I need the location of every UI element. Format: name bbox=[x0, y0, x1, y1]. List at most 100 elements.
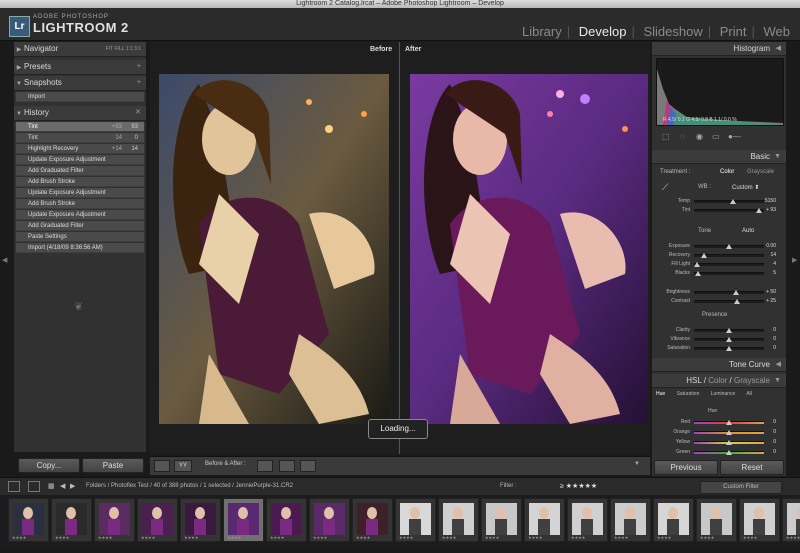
filmstrip-thumbnail[interactable]: ★★★★ bbox=[610, 498, 651, 542]
filmstrip-thumbnail[interactable]: ★★★★ bbox=[266, 498, 307, 542]
slider-thumb[interactable] bbox=[726, 328, 732, 333]
history-item[interactable]: Add Brush Stroke bbox=[16, 199, 144, 209]
filmstrip-source-path[interactable]: Folders / Photoflex Test / 40 of 388 pho… bbox=[86, 483, 293, 489]
toolbar-menu-chevron-icon[interactable]: ▼ bbox=[634, 461, 640, 467]
tone-curve-header[interactable]: Tone Curve ◀ bbox=[652, 358, 786, 372]
color-tab[interactable]: Color bbox=[708, 376, 727, 385]
loupe-view-icon[interactable] bbox=[154, 460, 170, 472]
filmstrip-thumbnail[interactable]: ★★★★ bbox=[51, 498, 92, 542]
rating-filter[interactable]: ≥ ★★★★★ bbox=[560, 482, 597, 490]
graduated-filter-icon[interactable]: ▭ bbox=[712, 132, 720, 141]
navigator-header[interactable]: ▶ Navigator FIT FILL 1:1 3:1 bbox=[14, 42, 146, 57]
history-item[interactable]: Paste Settings bbox=[16, 232, 144, 242]
before-photo[interactable] bbox=[159, 74, 389, 424]
filmstrip-thumbnail[interactable]: ★★★★ bbox=[352, 498, 393, 542]
slider-contrast[interactable]: Contrast + 25 bbox=[652, 297, 786, 305]
snapshot-item[interactable]: Import bbox=[16, 92, 144, 102]
red-eye-icon[interactable]: ◉ bbox=[696, 132, 703, 141]
slider-thumb[interactable] bbox=[700, 253, 707, 258]
forward-arrow-icon[interactable]: ▶ bbox=[70, 482, 75, 490]
filmstrip-thumbnail[interactable]: ★★★★ bbox=[653, 498, 694, 542]
filmstrip-thumbnail[interactable]: ★★★★ bbox=[438, 498, 479, 542]
history-item[interactable]: Update Exposure Adjustment bbox=[16, 155, 144, 165]
module-slideshow[interactable]: Slideshow bbox=[643, 24, 702, 39]
slider-clarity[interactable]: Clarity 0 bbox=[652, 326, 786, 334]
history-item[interactable]: Update Exposure Adjustment bbox=[16, 188, 144, 198]
all-tab[interactable]: All bbox=[746, 391, 752, 397]
history-item[interactable]: Tint +93 93 bbox=[16, 122, 144, 132]
paste-button[interactable]: Paste bbox=[82, 458, 144, 473]
history-header[interactable]: ▼ History ✕ bbox=[14, 106, 146, 121]
filmstrip-thumbnail[interactable]: ★★★★ bbox=[223, 498, 264, 542]
hsl-tab[interactable]: HSL bbox=[686, 376, 701, 385]
filmstrip-thumbnail[interactable]: ★★★★ bbox=[395, 498, 436, 542]
history-item[interactable]: Add Graduated Filter bbox=[16, 221, 144, 231]
adjustment-brush-icon[interactable]: ●— bbox=[728, 132, 741, 141]
module-develop[interactable]: Develop bbox=[579, 24, 627, 39]
hue-slider-green[interactable]: Green 0 bbox=[652, 448, 786, 456]
filmstrip-thumbnail[interactable]: ★★★★ bbox=[481, 498, 522, 542]
slider-thumb[interactable] bbox=[726, 430, 732, 435]
back-arrow-icon[interactable]: ◀ bbox=[60, 482, 65, 490]
history-item[interactable]: Update Exposure Adjustment bbox=[16, 210, 144, 220]
hue-slider-red[interactable]: Red 0 bbox=[652, 418, 786, 426]
copy-button[interactable]: Copy... bbox=[18, 458, 80, 473]
slider-saturation[interactable]: Saturation 0 bbox=[652, 344, 786, 352]
swap-before-after-icon[interactable] bbox=[300, 460, 316, 472]
history-item[interactable]: Add Graduated Filter bbox=[16, 166, 144, 176]
grayscale-tab[interactable]: Grayscale bbox=[734, 376, 770, 385]
slider-fill-light[interactable]: Fill Light 4 bbox=[652, 260, 786, 268]
slider-thumb[interactable] bbox=[726, 244, 732, 249]
slider-thumb[interactable] bbox=[734, 299, 741, 304]
slider-thumb[interactable] bbox=[733, 290, 739, 295]
previous-button[interactable]: Previous bbox=[654, 460, 718, 475]
slider-temp[interactable]: Temp 5150 bbox=[652, 197, 786, 205]
slider-thumb[interactable] bbox=[726, 450, 732, 455]
after-photo[interactable] bbox=[410, 74, 648, 424]
slider-vibrance[interactable]: Vibrance 0 bbox=[652, 335, 786, 343]
history-item[interactable]: Tint 14 0 bbox=[16, 133, 144, 143]
module-library[interactable]: Library bbox=[522, 24, 562, 39]
module-print[interactable]: Print bbox=[720, 24, 747, 39]
slider-exposure[interactable]: Exposure 0.00 bbox=[652, 242, 786, 250]
history-item[interactable]: Import (4/18/09 8:36:56 AM) bbox=[16, 243, 144, 253]
luminance-tab[interactable]: Luminance bbox=[711, 391, 735, 397]
slider-thumb[interactable] bbox=[729, 199, 736, 204]
tone-auto-button[interactable]: Auto bbox=[742, 228, 754, 234]
filmstrip-thumbnail[interactable]: ★★★★ bbox=[137, 498, 178, 542]
slider-tint[interactable]: Tint + 93 bbox=[652, 206, 786, 214]
histogram-header[interactable]: Histogram ◀ bbox=[652, 42, 786, 56]
clear-history-icon[interactable]: ✕ bbox=[135, 106, 141, 120]
slider-thumb[interactable] bbox=[694, 271, 701, 276]
basic-header[interactable]: Basic ▼ bbox=[652, 150, 786, 164]
primary-window-icon[interactable] bbox=[8, 481, 20, 492]
grid-view-icon[interactable]: ▦ bbox=[48, 482, 55, 490]
filmstrip-thumbnail[interactable]: ★★★★ bbox=[524, 498, 565, 542]
slider-brightness[interactable]: Brightness + 50 bbox=[652, 288, 786, 296]
slider-blacks[interactable]: Blacks 5 bbox=[652, 269, 786, 277]
filmstrip-thumbnail[interactable]: ★★★★ bbox=[94, 498, 135, 542]
before-after-view-icon[interactable]: YY bbox=[174, 460, 192, 472]
saturation-tab[interactable]: Saturation bbox=[677, 391, 700, 397]
snapshots-header[interactable]: ▼ Snapshots + bbox=[14, 76, 146, 91]
hsl-header[interactable]: HSL / Color / Grayscale ▼ bbox=[652, 374, 786, 388]
filmstrip-thumbnail[interactable]: ★★★★ bbox=[739, 498, 780, 542]
presets-header[interactable]: ▶ Presets + bbox=[14, 60, 146, 75]
filmstrip-thumbnail[interactable]: ★★★★ bbox=[567, 498, 608, 542]
filmstrip-thumbnail[interactable]: ★★★★ bbox=[8, 498, 49, 542]
hue-slider-yellow[interactable]: Yellow 0 bbox=[652, 438, 786, 446]
filmstrip-thumbnail[interactable]: ★★★★ bbox=[309, 498, 350, 542]
crop-tool-icon[interactable]: ⬚ bbox=[662, 132, 670, 141]
add-preset-icon[interactable]: + bbox=[137, 60, 141, 74]
slider-thumb[interactable] bbox=[726, 346, 732, 351]
secondary-window-icon[interactable] bbox=[28, 481, 40, 492]
add-snapshot-icon[interactable]: + bbox=[137, 76, 141, 90]
slider-thumb[interactable] bbox=[726, 440, 732, 445]
module-web[interactable]: Web bbox=[764, 24, 791, 39]
slider-thumb[interactable] bbox=[693, 262, 700, 267]
white-balance-eyedropper-icon[interactable]: ⟋ bbox=[662, 182, 668, 193]
slider-thumb[interactable] bbox=[726, 420, 732, 425]
treatment-color-button[interactable]: Color bbox=[720, 169, 734, 175]
filmstrip-thumbnail[interactable]: ★★★★ bbox=[782, 498, 800, 542]
slider-thumb[interactable] bbox=[726, 337, 732, 342]
